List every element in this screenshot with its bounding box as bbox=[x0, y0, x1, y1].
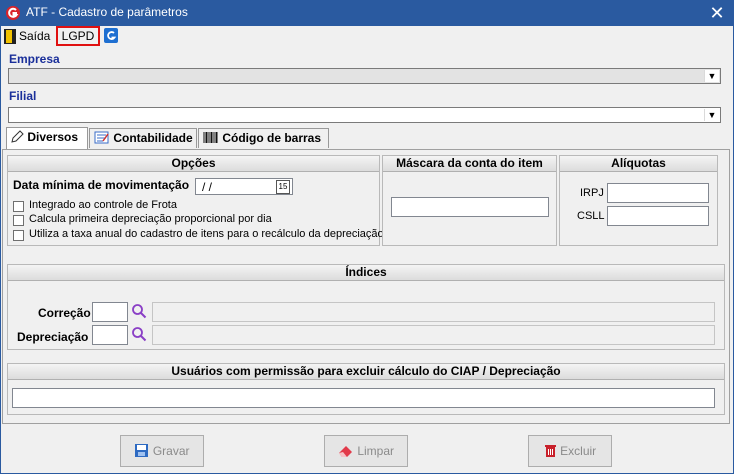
data-minima-field[interactable]: / / 15 bbox=[195, 178, 293, 195]
opcoes-title: Opções bbox=[8, 156, 379, 172]
check-depreciacao-proporcional-label: Calcula primeira depreciação proporciona… bbox=[29, 213, 272, 225]
csll-input[interactable] bbox=[607, 206, 709, 226]
close-icon[interactable]: ✕ bbox=[706, 2, 728, 24]
depreciacao-label: Depreciação bbox=[17, 330, 89, 344]
tab-label: Código de barras bbox=[222, 131, 322, 145]
depreciacao-code-input[interactable] bbox=[92, 325, 128, 345]
usuarios-input[interactable] bbox=[12, 388, 715, 408]
data-minima-label: Data mínima de movimentação bbox=[13, 178, 190, 192]
check-integrado-frota-label: Integrado ao controle de Frota bbox=[29, 199, 177, 211]
calendar-icon[interactable]: 15 bbox=[276, 180, 290, 194]
filial-select[interactable]: ▼ bbox=[8, 107, 721, 123]
depreciacao-description-field bbox=[152, 325, 715, 345]
tab-codigo-barras[interactable]: Código de barras bbox=[198, 128, 329, 148]
excluir-button[interactable]: Excluir bbox=[528, 435, 612, 467]
tab-diversos[interactable]: Diversos bbox=[6, 127, 88, 149]
chevron-down-icon[interactable]: ▼ bbox=[704, 109, 719, 121]
save-icon bbox=[135, 444, 149, 457]
gravar-label: Gravar bbox=[152, 444, 190, 458]
search-icon[interactable] bbox=[131, 303, 147, 319]
chevron-down-icon[interactable]: ▼ bbox=[704, 70, 719, 82]
aliquotas-title: Alíquotas bbox=[560, 156, 717, 172]
refresh-logo-icon[interactable] bbox=[104, 28, 118, 43]
data-minima-value: / / bbox=[202, 180, 213, 194]
correcao-code-input[interactable] bbox=[92, 302, 128, 322]
exit-door-icon bbox=[4, 29, 16, 44]
tab-contabilidade[interactable]: Contabilidade bbox=[89, 128, 197, 148]
indices-title: Índices bbox=[8, 265, 724, 281]
empresa-label: Empresa bbox=[9, 52, 60, 66]
check-integrado-frota[interactable] bbox=[13, 201, 24, 212]
app-logo-icon bbox=[6, 6, 20, 20]
limpar-button[interactable]: Limpar bbox=[324, 435, 408, 467]
check-depreciacao-proporcional[interactable] bbox=[13, 215, 24, 226]
tab-label: Diversos bbox=[27, 130, 79, 144]
empresa-select[interactable]: ▼ bbox=[8, 68, 721, 84]
search-icon[interactable] bbox=[131, 326, 147, 342]
window-title: ATF - Cadastro de parâmetros bbox=[26, 5, 188, 19]
barcode-icon bbox=[203, 132, 218, 143]
exit-button[interactable]: Saída bbox=[19, 26, 50, 46]
irpj-label: IRPJ bbox=[580, 187, 604, 199]
edit-icon bbox=[11, 130, 24, 143]
usuarios-title: Usuários com permissão para excluir cálc… bbox=[8, 364, 724, 380]
limpar-label: Limpar bbox=[357, 444, 395, 458]
mascara-input[interactable] bbox=[391, 197, 549, 217]
mascara-title: Máscara da conta do item bbox=[383, 156, 556, 172]
correcao-label: Correção bbox=[38, 306, 91, 320]
correcao-description-field bbox=[152, 302, 715, 322]
title-bar: ATF - Cadastro de parâmetros ✕ bbox=[0, 0, 734, 26]
check-taxa-anual-label: Utiliza a taxa anual do cadastro de iten… bbox=[29, 228, 384, 240]
check-taxa-anual[interactable] bbox=[13, 230, 24, 241]
ledger-icon bbox=[94, 131, 109, 144]
gravar-button[interactable]: Gravar bbox=[120, 435, 204, 467]
lgpd-button[interactable]: LGPD bbox=[56, 26, 100, 46]
excluir-label: Excluir bbox=[560, 444, 597, 458]
filial-label: Filial bbox=[9, 89, 37, 103]
eraser-icon bbox=[338, 446, 352, 457]
trash-icon bbox=[544, 445, 556, 457]
csll-label: CSLL bbox=[577, 210, 605, 222]
tab-label: Contabilidade bbox=[113, 131, 193, 145]
irpj-input[interactable] bbox=[607, 183, 709, 203]
